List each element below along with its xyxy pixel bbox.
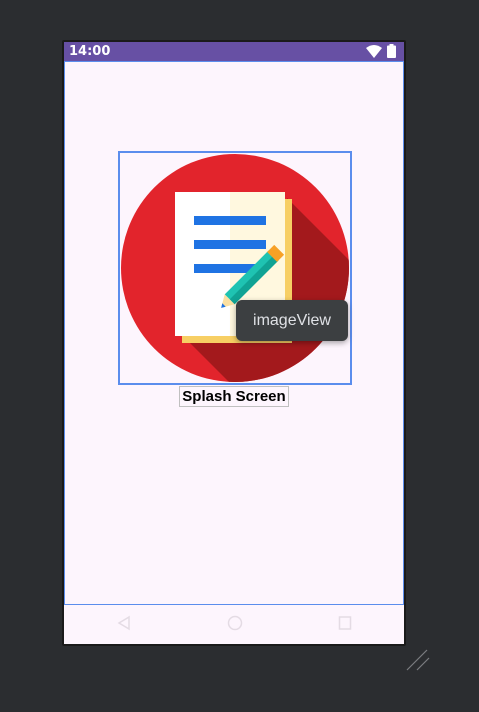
resize-handle-icon[interactable] [405, 648, 431, 672]
battery-icon [387, 44, 396, 58]
home-icon[interactable] [227, 615, 243, 631]
wifi-icon [366, 44, 382, 58]
status-bar: 14:00 [64, 42, 404, 61]
status-time: 14:00 [69, 44, 111, 59]
notes-pencil-icon [121, 154, 349, 382]
component-tooltip: imageView [236, 300, 348, 341]
splash-title-text[interactable]: Splash Screen [179, 386, 289, 407]
status-icons [366, 44, 396, 58]
back-icon[interactable] [117, 615, 131, 631]
image-view[interactable] [118, 151, 352, 385]
navigation-bar [64, 605, 404, 644]
recents-icon[interactable] [338, 615, 352, 631]
